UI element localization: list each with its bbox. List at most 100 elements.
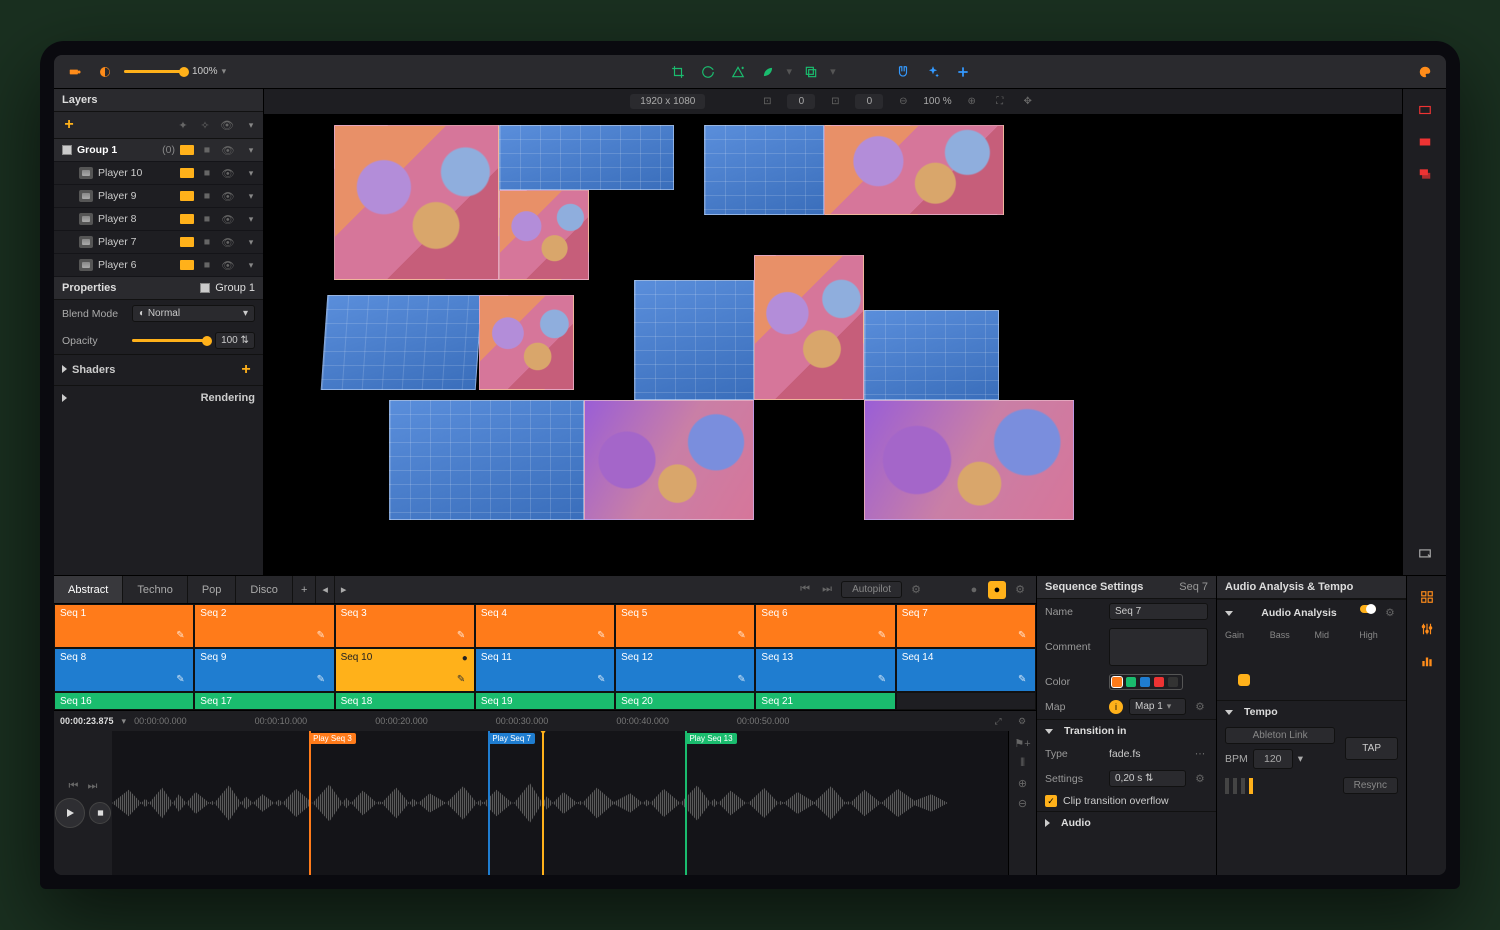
seq-cell[interactable]: Seq 3✎ <box>335 604 475 648</box>
canvas-tile[interactable] <box>704 125 824 215</box>
color-swatch[interactable] <box>180 168 194 178</box>
seq-head[interactable]: Seq 16 <box>54 692 194 710</box>
projector-icon[interactable] <box>64 61 86 83</box>
audio-toggle[interactable] <box>1360 605 1376 613</box>
seq-cell[interactable]: Seq 12✎ <box>615 648 755 692</box>
record-icon[interactable]: ● <box>988 581 1006 599</box>
add-shader-button[interactable]: + <box>237 361 255 379</box>
tab-pop[interactable]: Pop <box>188 576 237 603</box>
canvas-tile[interactable] <box>824 125 1004 215</box>
lock-icon[interactable]: ■ <box>199 142 215 158</box>
rendering-section[interactable]: Rendering <box>54 385 263 410</box>
seq-name-input[interactable]: Seq 7 <box>1109 603 1208 620</box>
seq-cell[interactable]: Seq 13✎ <box>755 648 895 692</box>
rotate-icon[interactable] <box>697 61 719 83</box>
layer-item[interactable]: Player 7■👁 <box>54 231 263 254</box>
color-swatch[interactable] <box>180 191 194 201</box>
seq-cell[interactable]: Seq 5✎ <box>615 604 755 648</box>
filled-rect-icon[interactable] <box>1412 131 1438 153</box>
grid-view-icon[interactable] <box>1414 586 1440 608</box>
overflow-checkbox[interactable]: ✓ <box>1045 795 1057 807</box>
seq-cell[interactable]: Seq 8✎ <box>54 648 194 692</box>
triangle-add-icon[interactable] <box>727 61 749 83</box>
seq-head[interactable]: Seq 21 <box>755 692 895 710</box>
canvas-tile[interactable] <box>479 295 574 390</box>
next-icon[interactable]: ⏭ <box>85 778 101 794</box>
outline-rect-icon[interactable] <box>1412 99 1438 121</box>
map-select[interactable]: Map 1 <box>1129 698 1186 715</box>
seq-cell[interactable]: Seq 1✎ <box>54 604 194 648</box>
transform-icon[interactable]: ⊡ <box>759 94 775 110</box>
bars-icon[interactable] <box>1414 650 1440 672</box>
expand-icon[interactable] <box>241 142 257 158</box>
seq-cell[interactable]: Seq 7✎ <box>896 604 1036 648</box>
timeline-marker[interactable]: Play Seq 3 <box>309 731 311 875</box>
marker-add-icon[interactable]: ⚑+ <box>1015 735 1031 751</box>
dot-icon[interactable]: ● <box>966 582 982 598</box>
zoom-percent[interactable]: 100% <box>192 66 226 77</box>
tab-techno[interactable]: Techno <box>123 576 187 603</box>
seq-cell[interactable]: Seq 6✎ <box>755 604 895 648</box>
sparkle-icon[interactable] <box>922 61 944 83</box>
gear-icon[interactable]: ⚙ <box>1192 699 1208 715</box>
visibility-icon[interactable]: 👁 <box>219 117 235 133</box>
seq-head[interactable]: Seq 17 <box>194 692 334 710</box>
stop-button[interactable] <box>89 802 111 824</box>
autopilot-button[interactable]: Autopilot <box>841 581 902 598</box>
timeline-marker[interactable]: Play Seq 7 <box>488 731 490 875</box>
layer-group[interactable]: Group 1 (0) ■ 👁 <box>54 139 263 162</box>
canvas-tile[interactable] <box>499 125 674 190</box>
group-checkbox[interactable] <box>62 145 72 155</box>
seq-head[interactable]: Seq 20 <box>615 692 755 710</box>
layer-item[interactable]: Player 9■👁 <box>54 185 263 208</box>
canvas-tile[interactable] <box>499 190 589 280</box>
prop-checkbox[interactable] <box>200 283 210 293</box>
eye-icon[interactable]: 👁 <box>220 142 236 158</box>
canvas-viewport[interactable] <box>264 115 1402 575</box>
prev-icon[interactable]: ⏮ <box>66 778 82 794</box>
play-button[interactable] <box>55 798 85 828</box>
zoom-in-icon[interactable]: ⊕ <box>964 94 980 110</box>
info-icon[interactable]: i <box>1109 700 1123 714</box>
output-screen-icon[interactable] <box>1412 543 1438 565</box>
zoom-in-tl-icon[interactable]: ⊕ <box>1015 775 1031 791</box>
tab-nav-next[interactable]: ▸ <box>335 576 353 603</box>
layer-menu-icon[interactable] <box>241 117 257 133</box>
crop-icon[interactable] <box>667 61 689 83</box>
autopilot-gear-icon[interactable]: ⚙ <box>908 582 924 598</box>
skip-back-icon[interactable]: ⏮ <box>797 582 813 598</box>
resync-button[interactable]: Resync <box>1343 777 1398 794</box>
palette-icon[interactable] <box>1414 61 1436 83</box>
seq-cell[interactable]: Seq 14✎ <box>896 648 1036 692</box>
transition-duration[interactable]: 0,20 s ⇅ <box>1109 770 1186 787</box>
add-icon[interactable] <box>952 61 974 83</box>
ableton-link-button[interactable]: Ableton Link <box>1225 727 1335 744</box>
seq-comment-input[interactable] <box>1109 628 1208 666</box>
fit-icon[interactable]: ⛶ <box>992 94 1008 110</box>
color-swatch[interactable] <box>180 260 194 270</box>
seq-cell[interactable]: Seq 2✎ <box>194 604 334 648</box>
color-picker[interactable] <box>1109 674 1183 690</box>
transition-section[interactable]: Transition in <box>1037 719 1216 742</box>
leaf-icon[interactable] <box>757 61 779 83</box>
tap-button[interactable]: TAP <box>1345 737 1398 760</box>
brightness-slider[interactable] <box>124 70 184 73</box>
canvas-tile[interactable] <box>634 280 754 400</box>
canvas-tile[interactable] <box>864 310 999 400</box>
canvas-tile[interactable] <box>864 400 1074 520</box>
skip-fwd-icon[interactable]: ⏭ <box>819 582 835 598</box>
seq-cell[interactable]: Seq 11✎ <box>475 648 615 692</box>
opacity-slider[interactable] <box>132 339 207 342</box>
zoom-out-icon[interactable]: ⊖ <box>895 94 911 110</box>
layer-item[interactable]: Player 6■👁 <box>54 254 263 277</box>
opacity-value[interactable]: 100 ⇅ <box>215 332 255 349</box>
add-layer-button[interactable]: + <box>60 116 78 134</box>
color-swatch[interactable] <box>180 214 194 224</box>
seq-cell[interactable]: Seq 4✎ <box>475 604 615 648</box>
gear-icon[interactable]: ⚙ <box>1012 582 1028 598</box>
move-icon[interactable]: ✥ <box>1020 94 1036 110</box>
add-tab-button[interactable]: + <box>293 576 316 603</box>
layer-item[interactable]: Player 8■👁 <box>54 208 263 231</box>
playhead[interactable] <box>542 731 544 875</box>
transform-y-icon[interactable]: ⊡ <box>827 94 843 110</box>
